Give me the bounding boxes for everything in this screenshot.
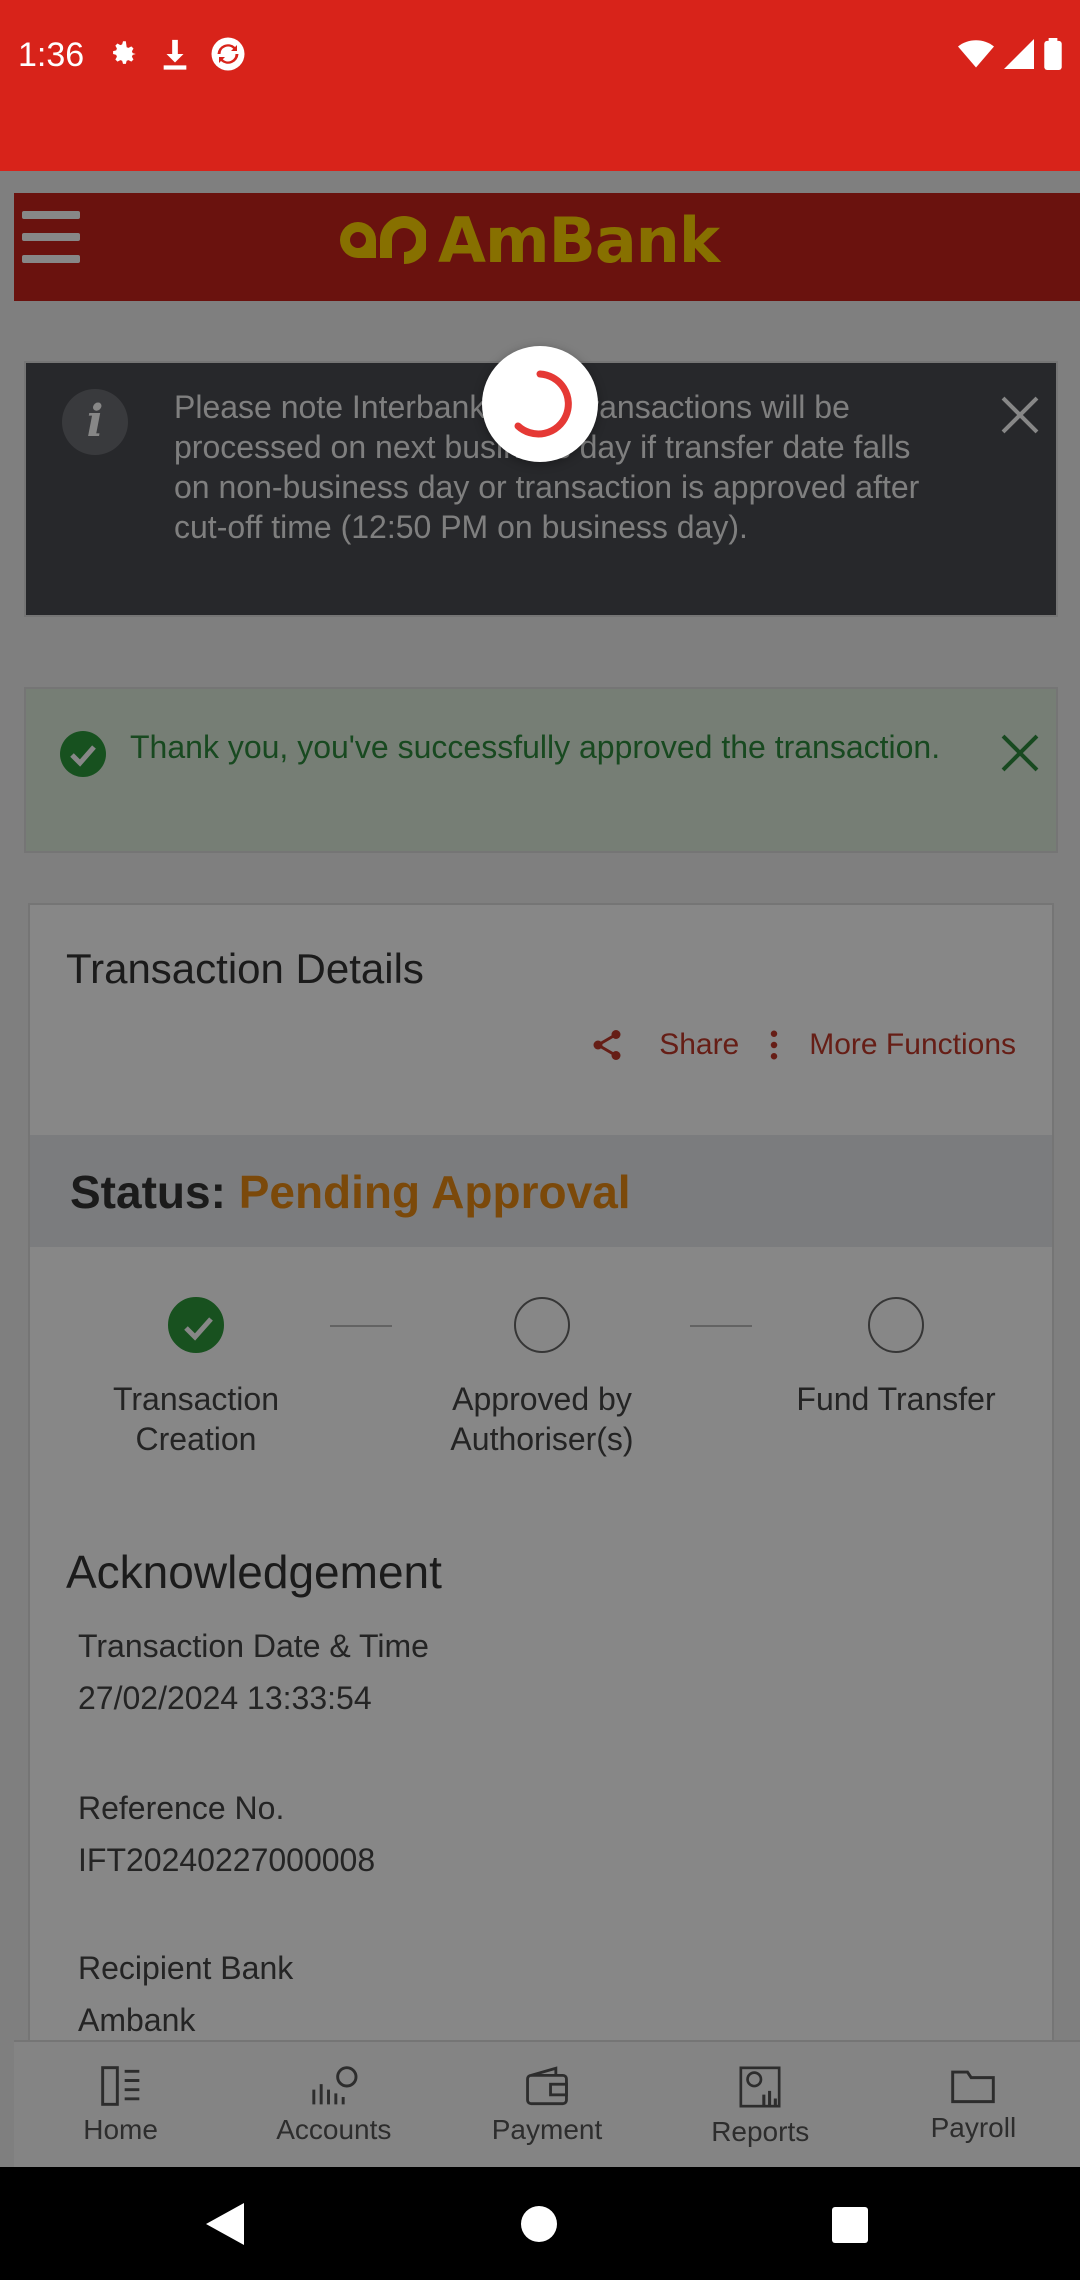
reports-icon bbox=[739, 2066, 781, 2108]
step-connector bbox=[330, 1325, 392, 1327]
wifi-icon bbox=[958, 40, 994, 68]
field-recipient-bank: Recipient Bank Ambank bbox=[78, 1950, 294, 2038]
share-icon bbox=[593, 1030, 621, 1060]
ambank-logo: AmBank bbox=[336, 203, 720, 277]
recents-icon[interactable] bbox=[832, 2207, 868, 2243]
nav-accounts[interactable]: Accounts bbox=[227, 2042, 440, 2169]
bottom-navigation: Home Accounts Payment Reports Payroll bbox=[14, 2040, 1080, 2169]
success-banner: Thank you, you've successfully approved … bbox=[24, 687, 1058, 853]
app-content: AmBank i Please note Interbank (IBG) tra… bbox=[0, 171, 1080, 2167]
step-connector bbox=[690, 1325, 752, 1327]
back-icon[interactable] bbox=[206, 2203, 244, 2245]
nav-payment[interactable]: Payment bbox=[440, 2042, 653, 2169]
sync-icon bbox=[211, 37, 245, 71]
nav-payroll[interactable]: Payroll bbox=[867, 2042, 1080, 2169]
more-functions-label: More Functions bbox=[809, 1028, 1016, 1061]
folder-icon bbox=[951, 2070, 996, 2104]
status-label: Status: Pending Approval bbox=[70, 1166, 631, 1218]
field-transaction-date: Transaction Date & Time 27/02/2024 13:33… bbox=[78, 1628, 429, 1716]
check-circle-icon bbox=[60, 731, 106, 777]
card-actions: Share More Functions bbox=[589, 1027, 1016, 1063]
info-icon: i bbox=[62, 389, 128, 455]
close-icon[interactable] bbox=[1000, 395, 1040, 435]
nav-reports[interactable]: Reports bbox=[654, 2042, 867, 2169]
gear-icon bbox=[113, 41, 136, 64]
section-title: Acknowledgement bbox=[66, 1546, 442, 1598]
step-transaction-creation: Transaction Creation bbox=[76, 1297, 316, 1459]
spinner-icon bbox=[514, 370, 572, 438]
status-row: Status: Pending Approval bbox=[30, 1135, 1052, 1247]
more-vertical-icon bbox=[771, 1030, 778, 1060]
status-value: Pending Approval bbox=[238, 1166, 631, 1218]
close-icon[interactable] bbox=[1000, 733, 1040, 773]
share-button[interactable]: Share bbox=[589, 1027, 739, 1063]
transaction-details-card: Transaction Details Share More Functions… bbox=[28, 903, 1054, 2167]
battery-icon bbox=[1044, 38, 1062, 70]
wallet-icon bbox=[526, 2066, 568, 2106]
step-approved-by-authorisers: Approved by Authoriser(s) bbox=[422, 1297, 662, 1459]
system-status-bar: 1:36 bbox=[0, 0, 1080, 171]
nav-home[interactable]: Home bbox=[14, 2042, 227, 2169]
field-reference-no: Reference No. IFT20240227000008 bbox=[78, 1790, 376, 1878]
home-icon bbox=[100, 2066, 139, 2106]
clock: 1:36 bbox=[18, 36, 85, 74]
more-functions-button[interactable]: More Functions bbox=[769, 1028, 1016, 1062]
brand-name: AmBank bbox=[438, 203, 720, 277]
empty-circle-icon bbox=[514, 1297, 570, 1353]
signal-icon bbox=[1004, 39, 1034, 69]
home-circle-icon[interactable] bbox=[520, 2205, 558, 2243]
download-icon bbox=[163, 39, 187, 70]
success-banner-text: Thank you, you've successfully approved … bbox=[130, 729, 941, 765]
ambank-logo-mark bbox=[340, 216, 426, 264]
menu-icon[interactable] bbox=[22, 211, 80, 263]
share-label: Share bbox=[659, 1028, 740, 1061]
card-title: Transaction Details bbox=[66, 945, 424, 992]
step-fund-transfer: Fund Transfer bbox=[776, 1297, 1016, 1419]
check-circle-icon bbox=[168, 1297, 224, 1353]
empty-circle-icon bbox=[868, 1297, 924, 1353]
loading-spinner bbox=[482, 346, 598, 462]
app-header: AmBank bbox=[14, 193, 1080, 301]
accounts-icon bbox=[312, 2066, 358, 2105]
system-navigation-bar bbox=[0, 2167, 1080, 2280]
